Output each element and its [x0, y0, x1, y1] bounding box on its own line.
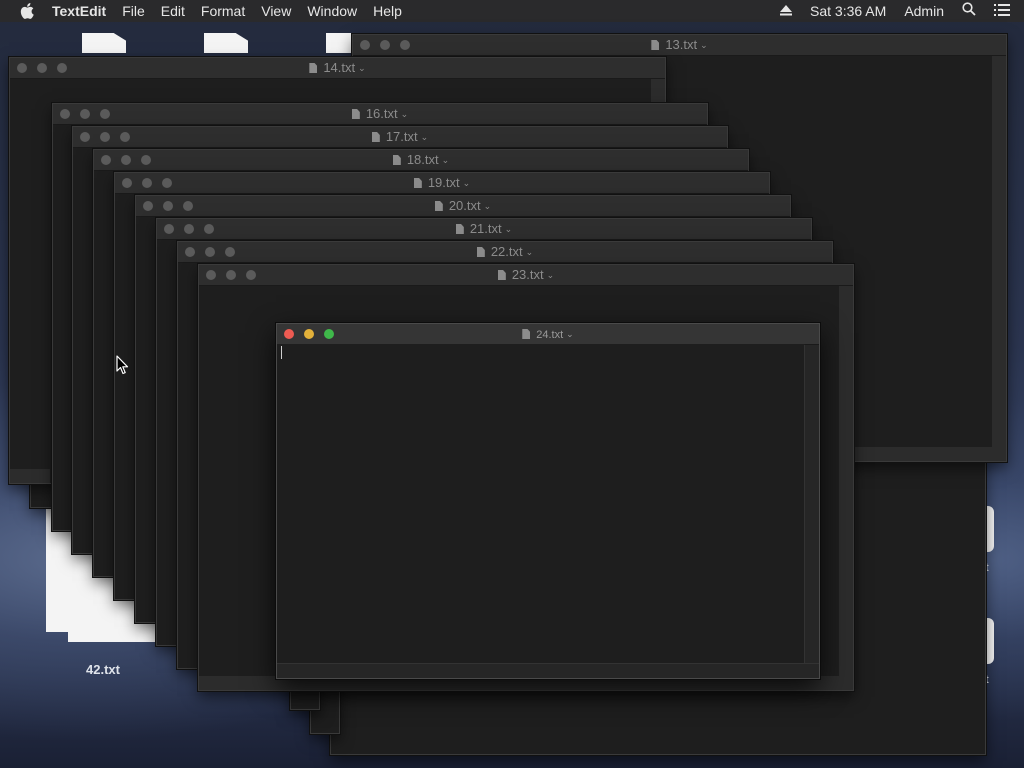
window-title-text: 13.txt [665, 37, 698, 52]
document-icon [476, 247, 485, 257]
document-icon [455, 224, 464, 234]
window-title[interactable]: 14.txt ⌄ [10, 58, 665, 78]
window-titlebar[interactable]: 14.txt ⌄ [10, 58, 665, 79]
menubar-user[interactable]: Admin [895, 0, 953, 22]
window-titlebar[interactable]: 13.txt ⌄ [353, 35, 1006, 56]
menu-file[interactable]: File [114, 0, 153, 22]
menu-window[interactable]: Window [299, 0, 365, 22]
document-icon [651, 40, 660, 50]
window-titlebar[interactable]: 22.txt ⌄ [178, 242, 832, 263]
scroll-gutter [10, 469, 50, 483]
chevron-down-icon: ⌄ [504, 224, 513, 234]
window-title-text: 16.txt [365, 106, 398, 121]
window-title-text: 14.txt [323, 60, 356, 75]
menubar-clock[interactable]: Sat 3:36 AM [801, 0, 895, 22]
window-titlebar[interactable]: 19.txt ⌄ [115, 173, 769, 194]
document-icon [413, 178, 422, 188]
window-titlebar[interactable]: 20.txt ⌄ [136, 196, 790, 217]
document-icon [351, 109, 360, 119]
window-title[interactable]: 19.txt ⌄ [115, 173, 769, 193]
window-titlebar[interactable]: 21.txt ⌄ [157, 219, 811, 240]
horizontal-scrollbar[interactable] [277, 663, 819, 678]
window-title-text: 21.txt [469, 221, 502, 236]
chevron-down-icon: ⌄ [546, 270, 555, 280]
desktop-file-label[interactable]: 42.txt [86, 662, 120, 677]
window-title[interactable]: 13.txt ⌄ [353, 35, 1006, 55]
desktop-file-icon[interactable] [986, 506, 994, 552]
chevron-down-icon: ⌄ [566, 329, 574, 339]
eject-icon[interactable] [771, 0, 801, 22]
vertical-scrollbar[interactable] [804, 345, 819, 678]
desktop-file-icon[interactable] [986, 618, 994, 664]
document-icon [309, 63, 318, 73]
document-icon [434, 201, 443, 211]
menu-edit[interactable]: Edit [153, 0, 193, 22]
window-title[interactable]: 23.txt ⌄ [199, 265, 853, 285]
menu-bar: TextEdit File Edit Format View Window He… [0, 0, 1024, 22]
window-title[interactable]: 22.txt ⌄ [178, 242, 832, 262]
window-titlebar[interactable]: 24.txt ⌄ [277, 324, 819, 345]
chevron-down-icon: ⌄ [700, 40, 708, 50]
text-caret [281, 346, 282, 359]
window-title-text: 18.txt [406, 152, 439, 167]
chevron-down-icon: ⌄ [525, 247, 534, 257]
text-editor-area[interactable] [277, 344, 805, 664]
window-titlebar[interactable]: 16.txt ⌄ [53, 104, 707, 125]
window-title-text: 20.txt [448, 198, 481, 213]
window-title[interactable]: 18.txt ⌄ [94, 150, 748, 170]
mouse-pointer-icon [116, 355, 129, 375]
window-title-text: 24.txt [536, 329, 564, 341]
menu-view[interactable]: View [253, 0, 299, 22]
window-titlebar[interactable]: 23.txt ⌄ [199, 265, 853, 286]
desktop-file-icon[interactable] [82, 33, 126, 53]
spotlight-icon[interactable] [953, 0, 985, 22]
window-title[interactable]: 24.txt ⌄ [277, 324, 819, 344]
document-icon [371, 132, 380, 142]
window-title-text: 23.txt [511, 267, 544, 282]
window-title[interactable]: 21.txt ⌄ [157, 219, 811, 239]
apple-icon[interactable] [20, 3, 34, 19]
chevron-down-icon: ⌄ [483, 201, 492, 211]
window-titlebar[interactable]: 17.txt ⌄ [73, 127, 727, 148]
window-24-active[interactable]: 24.txt ⌄ [276, 323, 820, 679]
menu-help[interactable]: Help [365, 0, 410, 22]
document-icon [497, 270, 506, 280]
menu-textedit[interactable]: TextEdit [44, 0, 114, 22]
window-title[interactable]: 20.txt ⌄ [136, 196, 790, 216]
scroll-gutter [839, 286, 853, 690]
window-title[interactable]: 16.txt ⌄ [53, 104, 707, 124]
document-icon [392, 155, 401, 165]
chevron-down-icon: ⌄ [400, 109, 409, 119]
notification-center-icon[interactable] [985, 0, 1024, 22]
document-icon [522, 329, 531, 339]
menu-format[interactable]: Format [193, 0, 253, 22]
desktop-file-icon[interactable] [204, 33, 248, 53]
scroll-gutter [992, 56, 1006, 461]
window-title-text: 22.txt [490, 244, 523, 259]
window-title-text: 17.txt [385, 129, 418, 144]
chevron-down-icon: ⌄ [358, 63, 366, 73]
chevron-down-icon: ⌄ [462, 178, 471, 188]
scroll-gutter [651, 79, 665, 103]
chevron-down-icon: ⌄ [420, 132, 429, 142]
window-title[interactable]: 17.txt ⌄ [73, 127, 727, 147]
chevron-down-icon: ⌄ [441, 155, 450, 165]
window-titlebar[interactable]: 18.txt ⌄ [94, 150, 748, 171]
window-title-text: 19.txt [427, 175, 460, 190]
